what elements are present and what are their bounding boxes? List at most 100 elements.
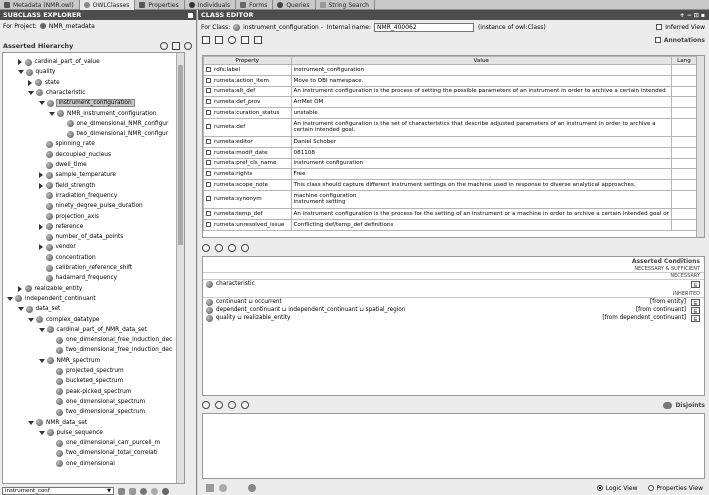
inferred-view-toggle[interactable]: Inferred View — [656, 24, 705, 31]
table-row[interactable]: rumeta:action_item Move to OBI namespace. — [203, 74, 698, 87]
value-cell[interactable]: An instrument configuration is the proce… — [290, 85, 672, 98]
annotations-toggle[interactable]: Annotations — [654, 37, 705, 44]
lang-cell[interactable] — [670, 96, 698, 109]
tree-node[interactable]: ninety_degree_pulse_duration — [39, 201, 143, 211]
tree-node[interactable]: one_dimensional — [49, 459, 115, 469]
expanded-arrow-icon[interactable] — [28, 317, 34, 322]
table-row[interactable]: rumeta:editor Daniel Schober — [203, 135, 698, 148]
expanded-arrow-icon[interactable] — [17, 307, 24, 312]
remove-all-siblings-icon[interactable] — [228, 401, 236, 409]
tree-node[interactable]: NMR_instrument_configuration — [49, 109, 156, 119]
value-cell[interactable]: instrument_configuration — [290, 64, 672, 76]
tree-node[interactable]: two_dimensional_spectrum — [49, 407, 145, 417]
edit-annotation-icon[interactable] — [215, 36, 223, 44]
collapsed-arrow-icon[interactable] — [28, 79, 32, 86]
value-cell[interactable]: An instrument configuration is the proce… — [290, 207, 672, 220]
inferred-view-checkbox[interactable] — [656, 24, 663, 30]
table-row[interactable]: rumeta:temp_def An instrument configurati… — [203, 207, 698, 220]
tree-vertical-scrollbar[interactable] — [176, 53, 184, 483]
find-next-icon[interactable] — [129, 487, 136, 495]
lang-cell[interactable] — [670, 74, 698, 87]
lang-cell[interactable] — [670, 135, 698, 148]
expanded-arrow-icon[interactable] — [38, 327, 45, 332]
subclass-of-icon[interactable]: ⊑ — [691, 314, 700, 322]
tree-node[interactable]: one_dimensional_free_induction_dec — [49, 335, 172, 345]
tree-node[interactable]: state — [28, 78, 60, 88]
tree-node[interactable]: peak-picked_spectrum — [49, 387, 131, 397]
add-annotation-icon[interactable] — [202, 36, 210, 44]
remove-disjoint-icon[interactable] — [241, 401, 249, 409]
condition-row[interactable]: continuant ⊔ occurrent [from entity] ⊑ — [203, 298, 704, 306]
tree-node[interactable]: instrument_configuration — [38, 98, 135, 108]
expanded-arrow-icon[interactable] — [38, 430, 45, 435]
add-disjoint-icon[interactable] — [202, 401, 210, 409]
tree-node[interactable]: data_set — [17, 304, 60, 314]
tab-properties[interactable]: Properties — [135, 0, 185, 10]
lang-cell[interactable] — [670, 179, 698, 191]
tab-individuals[interactable]: Individuals — [185, 0, 237, 10]
collapsed-arrow-icon[interactable] — [38, 182, 43, 189]
tree-node[interactable]: projection_axis — [39, 212, 99, 222]
properties-view-radio[interactable] — [647, 485, 654, 491]
collapsed-arrow-icon[interactable] — [38, 244, 43, 251]
copy-annotation-icon[interactable] — [241, 36, 249, 44]
tree-node[interactable]: NMR_data_set — [28, 418, 87, 428]
logic-view-option[interactable]: Logic View — [596, 485, 638, 492]
value-cell[interactable]: Daniel Schober — [290, 135, 672, 148]
tree-node[interactable]: pulse_sequence — [38, 428, 103, 438]
lang-cell[interactable] — [670, 189, 698, 209]
expanded-arrow-icon[interactable] — [38, 358, 45, 363]
expanded-arrow-icon[interactable] — [28, 420, 34, 425]
tree-node[interactable]: characteristic — [28, 88, 85, 98]
tab-owlclasses[interactable]: OWLClasses — [79, 0, 136, 10]
tree-node[interactable]: hadamard_frequency — [39, 273, 117, 283]
tree-scroll-thumb[interactable] — [178, 65, 183, 245]
lang-cell[interactable] — [670, 207, 698, 220]
tree-node[interactable]: spinning_rate — [39, 139, 95, 149]
tree-node[interactable]: number_of_data_points — [39, 232, 123, 242]
expand-icon[interactable] — [151, 487, 158, 495]
dropdown-arrow-icon[interactable]: ▼ — [107, 488, 111, 494]
expanded-arrow-icon[interactable] — [38, 101, 45, 106]
collapsed-arrow-icon[interactable] — [38, 172, 43, 179]
tree-node[interactable]: quality — [17, 67, 55, 77]
search-icon[interactable] — [118, 487, 125, 495]
expanded-arrow-icon[interactable] — [17, 70, 24, 75]
collapse-icon[interactable] — [162, 487, 169, 495]
tree-node[interactable]: field_strength — [38, 181, 95, 191]
collapsed-arrow-icon[interactable] — [17, 285, 22, 292]
annotations-scrollbar[interactable] — [696, 56, 704, 237]
collapsed-arrow-icon[interactable] — [38, 223, 43, 230]
tree-node[interactable]: independent_continuant — [7, 294, 96, 304]
tree-node[interactable]: one_dimensional_NMR_configur — [60, 119, 168, 129]
lang-cell[interactable] — [670, 146, 698, 159]
condition-row[interactable]: characteristic ⊑ — [203, 280, 704, 288]
add-named-class-icon[interactable] — [202, 244, 210, 252]
logic-view-radio[interactable] — [596, 485, 603, 491]
tree-node[interactable]: projected_spectrum — [49, 366, 124, 376]
tree-node[interactable]: realizable_entity — [17, 284, 82, 294]
delete-class-icon[interactable] — [184, 42, 192, 50]
table-row[interactable]: rumeta:unresolved_issue Conflicting def/t… — [203, 218, 698, 231]
properties-view-option[interactable]: Properties View — [647, 485, 703, 492]
create-restriction-icon[interactable] — [215, 244, 223, 252]
class-search-input[interactable]: instrument_conf ▼ — [2, 487, 114, 495]
window-close-icon[interactable] — [188, 12, 193, 18]
subclass-of-icon[interactable]: ⊑ — [691, 306, 700, 314]
tree-node[interactable]: one_dimensional_spectrum — [49, 397, 145, 407]
expanded-arrow-icon[interactable] — [28, 90, 34, 95]
tab-forms[interactable]: Forms — [236, 0, 274, 10]
column-header[interactable]: Property — [203, 56, 292, 65]
table-row[interactable]: rumeta:modif_date 081108 — [203, 146, 698, 159]
condition-row[interactable]: dependent_continuant ⊔ independent_conti… — [203, 306, 704, 314]
annotations-checkbox[interactable] — [654, 37, 661, 43]
create-expression-icon[interactable] — [228, 244, 236, 252]
value-cell[interactable]: ArrMet OM — [290, 96, 672, 109]
tab-string-search[interactable]: String Search — [316, 0, 375, 10]
value-cell[interactable]: unstable — [290, 107, 672, 119]
tree-node[interactable]: complex_datatype — [28, 315, 99, 325]
tree-node[interactable]: two_dimensional_NMR_configur — [60, 129, 168, 139]
table-row[interactable]: rdfs:label instrument_configuration — [203, 64, 698, 76]
lang-cell[interactable] — [670, 157, 698, 170]
table-row[interactable]: rumeta:def_prov ArrMet OM — [203, 96, 698, 109]
